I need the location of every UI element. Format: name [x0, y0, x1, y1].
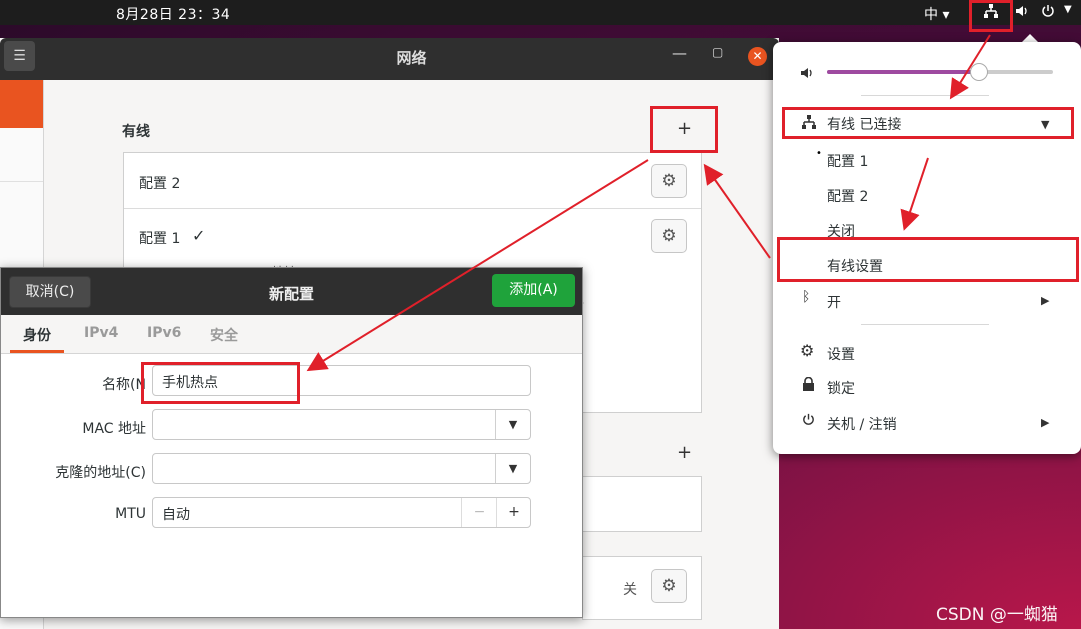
- annotation-arrow: [306, 159, 649, 372]
- annotation-arrows: [306, 34, 991, 372]
- annotation-arrow: [703, 163, 771, 259]
- watermark: CSDN @一蜘猫: [936, 605, 1058, 625]
- annotation-arrow: [900, 157, 929, 231]
- annotation-arrow: [949, 34, 991, 100]
